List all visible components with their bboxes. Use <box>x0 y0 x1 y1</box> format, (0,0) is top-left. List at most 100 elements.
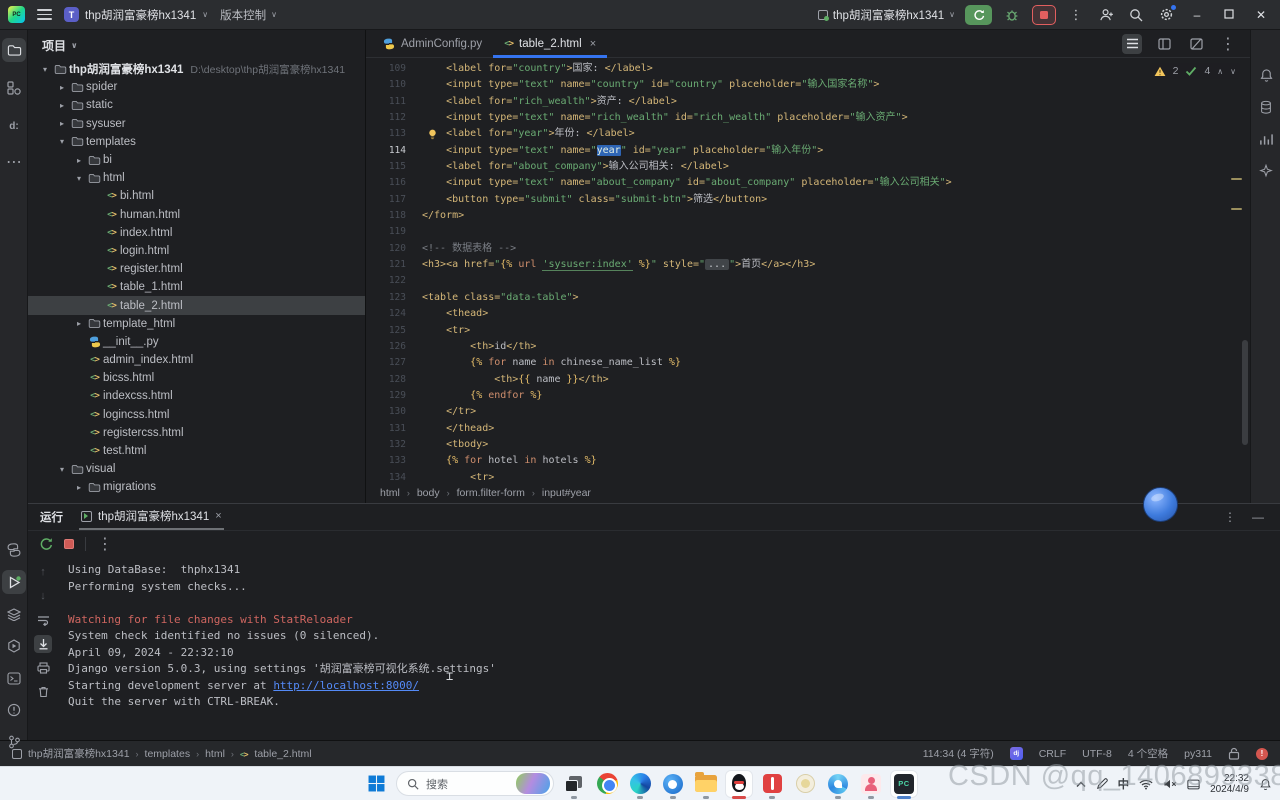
close-run-tab-icon[interactable]: × <box>215 510 221 522</box>
more-run-actions-button[interactable]: ⋮ <box>1066 5 1086 25</box>
python-packages-tool-button[interactable] <box>2 538 26 562</box>
tree-item[interactable]: ▾thp胡润富豪榜hx1341D:\desktop\thp胡润富豪榜hx1341 <box>28 60 365 78</box>
floating-avatar-button[interactable] <box>1143 487 1178 522</box>
tree-item[interactable]: <>table_2.html <box>28 296 365 314</box>
tree-item[interactable]: <>test.html <box>28 442 365 460</box>
breadcrumb-item[interactable]: input#year <box>542 487 591 499</box>
statusbar-breadcrumb-item[interactable]: html <box>205 748 225 760</box>
django-icon[interactable]: dj <box>1010 747 1023 760</box>
notification-badge[interactable]: ! <box>1256 748 1268 760</box>
split-editor-button[interactable] <box>1154 34 1174 54</box>
chevron-down-icon[interactable]: ▾ <box>72 174 86 183</box>
chevron-right-icon[interactable]: ▸ <box>55 101 69 110</box>
touchpad-icon[interactable] <box>1187 779 1200 790</box>
chevron-right-icon[interactable]: ▸ <box>55 119 69 128</box>
line-separator-widget[interactable]: CRLF <box>1039 748 1066 760</box>
close-window-button[interactable]: ✕ <box>1250 8 1272 22</box>
interpreter-widget[interactable]: py311 <box>1184 748 1212 760</box>
vcs-widget[interactable]: 版本控制 ∨ <box>220 7 277 23</box>
scroll-to-end-icon[interactable] <box>34 635 52 653</box>
next-issue-icon[interactable]: ∨ <box>1230 67 1236 76</box>
search-highlight-image[interactable] <box>516 773 550 794</box>
run-panel-title[interactable]: 运行 <box>40 509 63 525</box>
problems-tool-button[interactable] <box>2 698 26 722</box>
project-panel-header[interactable]: 项目 ∨ <box>28 30 365 60</box>
taskbar-app-chat[interactable] <box>825 771 851 797</box>
version-control-tool-button[interactable] <box>2 730 26 754</box>
search-everywhere-button[interactable] <box>1126 5 1146 25</box>
chevron-right-icon[interactable]: ▸ <box>72 483 86 492</box>
inspections-widget[interactable]: 2 4 ∧ ∨ <box>1150 63 1240 79</box>
taskbar-app-task-view[interactable] <box>561 771 587 797</box>
maximize-button[interactable] <box>1218 8 1240 22</box>
prev-issue-icon[interactable]: ∧ <box>1217 67 1223 76</box>
run-tool-button[interactable] <box>2 570 26 594</box>
debug-button[interactable] <box>1002 5 1022 25</box>
hidden-icons-chevron[interactable] <box>1076 781 1086 788</box>
run-tab[interactable]: thp胡润富豪榜hx1341 × <box>79 504 224 530</box>
statusbar-breadcrumb-item[interactable]: <> table_2.html <box>240 748 312 760</box>
console-link[interactable]: http://localhost:8000/ <box>273 679 419 692</box>
chevron-right-icon[interactable]: ▸ <box>72 156 86 165</box>
taskbar-app-explorer[interactable] <box>693 771 719 797</box>
breadcrumb-item[interactable]: body <box>417 487 440 499</box>
clear-console-icon[interactable] <box>34 683 52 701</box>
tree-item[interactable]: ▸template_html <box>28 315 365 333</box>
tree-item[interactable]: <>index.html <box>28 224 365 242</box>
more-tool-windows-button[interactable]: ⋯ <box>2 150 26 174</box>
structure-tool-button[interactable] <box>2 76 26 100</box>
taskbar-search[interactable]: 搜索 <box>396 771 554 796</box>
database-tool-button[interactable] <box>1257 98 1275 116</box>
main-menu-icon[interactable] <box>37 9 52 20</box>
taskbar-app-chrome[interactable] <box>594 771 620 797</box>
indent-widget[interactable]: 4 个空格 <box>1128 746 1168 761</box>
chevron-right-icon[interactable]: ▸ <box>55 83 69 92</box>
editor-scrollbar[interactable] <box>1242 340 1248 445</box>
tree-item[interactable]: ▾visual <box>28 460 365 478</box>
tab-adminconfig-py[interactable]: AdminConfig.py <box>372 30 493 57</box>
ai-assistant-tool-button[interactable] <box>1257 162 1275 180</box>
taskbar-app-person[interactable] <box>858 771 884 797</box>
tree-item[interactable]: <>table_1.html <box>28 278 365 296</box>
tree-item[interactable]: <>login.html <box>28 242 365 260</box>
print-icon[interactable] <box>34 659 52 677</box>
editor-more-button[interactable]: ⋮ <box>1218 34 1238 54</box>
caret-position-widget[interactable]: 114:34 (4 字符) <box>923 746 994 761</box>
scroll-down-icon[interactable]: ↓ <box>34 587 52 605</box>
preview-button[interactable] <box>1186 34 1206 54</box>
taskbar-app-light[interactable] <box>792 771 818 797</box>
chevron-down-icon[interactable]: ▾ <box>55 465 69 474</box>
tree-item[interactable]: ▾templates <box>28 133 365 151</box>
tree-item[interactable]: <>human.html <box>28 206 365 224</box>
tree-item[interactable]: ▸static <box>28 96 365 114</box>
pen-icon[interactable] <box>1096 778 1108 790</box>
taskbar-app-blue[interactable] <box>660 771 686 797</box>
rerun-button[interactable] <box>965 5 992 25</box>
minimize-button[interactable]: – <box>1186 8 1208 22</box>
tree-item[interactable]: __init__.py <box>28 333 365 351</box>
tree-item[interactable]: <>indexcss.html <box>28 387 365 405</box>
tree-item[interactable]: ▸spider <box>28 78 365 96</box>
project-tool-button[interactable] <box>2 38 26 62</box>
settings-button[interactable] <box>1156 5 1176 25</box>
chevron-down-icon[interactable]: ▾ <box>55 137 69 146</box>
scroll-up-icon[interactable]: ↑ <box>34 563 52 581</box>
charts-tool-button[interactable] <box>1257 130 1275 148</box>
chevron-right-icon[interactable]: ▸ <box>72 319 86 328</box>
stop-icon[interactable] <box>64 539 74 549</box>
stop-button[interactable] <box>1032 5 1056 25</box>
run-more-icon[interactable]: ⋮ <box>97 534 113 554</box>
tree-item[interactable]: <>admin_index.html <box>28 351 365 369</box>
rerun-icon[interactable] <box>39 537 53 551</box>
unlock-icon[interactable] <box>1228 747 1240 760</box>
run-configuration-selector[interactable]: thp胡润富豪榜hx1341 ∨ <box>818 7 955 23</box>
tree-item[interactable]: <>bi.html <box>28 187 365 205</box>
taskbar-app-edge[interactable] <box>627 771 653 797</box>
tree-item[interactable]: ▸sysuser <box>28 115 365 133</box>
wifi-icon[interactable] <box>1139 779 1153 790</box>
project-widget[interactable]: T thp胡润富豪榜hx1341 ∨ <box>64 7 208 23</box>
taskbar-app-red[interactable] <box>759 771 785 797</box>
notifications-tool-button[interactable] <box>1257 66 1275 84</box>
volume-muted-icon[interactable] <box>1163 778 1177 790</box>
taskbar-app-pycharm[interactable]: PC <box>891 771 917 797</box>
